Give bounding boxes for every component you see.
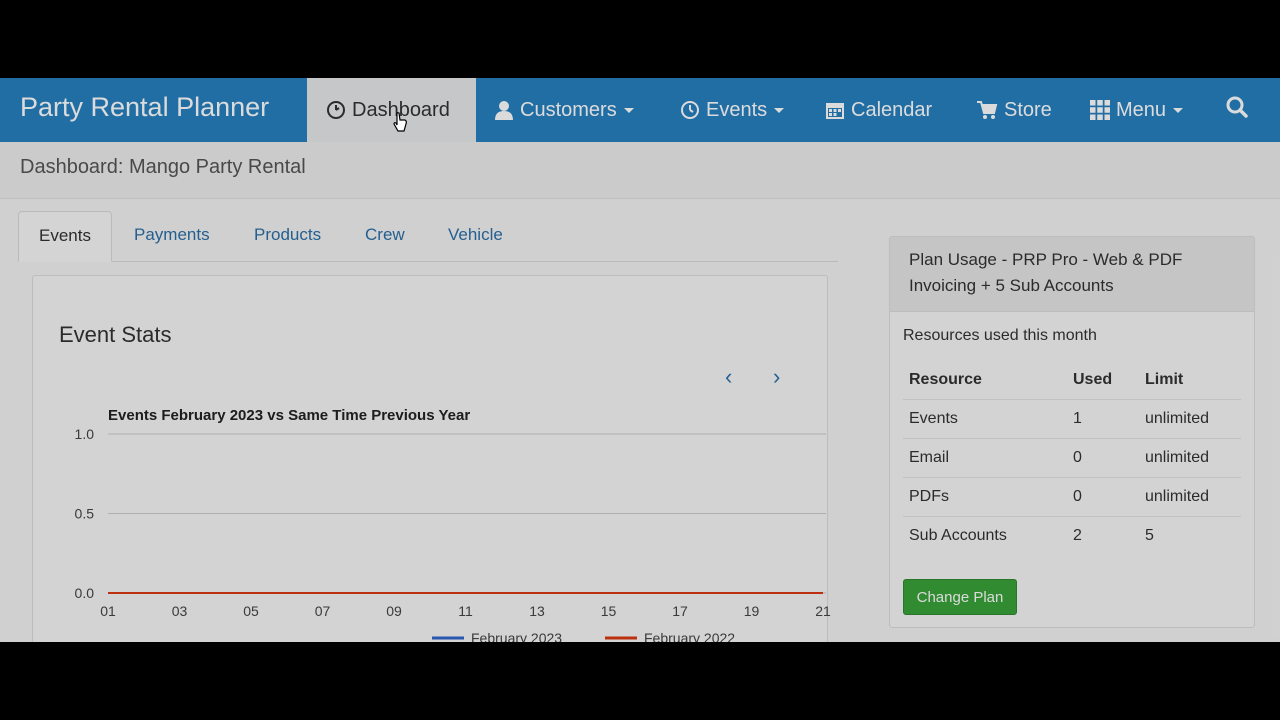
- grid-icon: [1090, 100, 1110, 120]
- table-cell: PDFs: [903, 477, 1067, 517]
- user-icon: [494, 100, 514, 120]
- table-cell: unlimited: [1139, 399, 1241, 439]
- nav-events[interactable]: Events: [680, 78, 785, 142]
- tab-crew[interactable]: Crew: [345, 211, 425, 259]
- table-cell: 2: [1067, 516, 1139, 555]
- nav-store[interactable]: Store: [976, 78, 1052, 142]
- dashboard-icon: [326, 100, 346, 120]
- event-stats-heading: Event Stats: [59, 322, 172, 347]
- nav-calendar[interactable]: Calendar: [825, 78, 932, 142]
- nav-events-label: Events: [706, 98, 768, 121]
- table-cell: 5: [1139, 516, 1241, 555]
- tab-events[interactable]: Events: [18, 211, 112, 262]
- table-row: Email 0 unlimited: [903, 438, 1241, 478]
- plan-usage-subtitle: Resources used this month: [903, 327, 1097, 344]
- column-header: Limit: [1145, 371, 1184, 388]
- search-icon: [1226, 96, 1248, 124]
- navbar: Party Rental Planner Dashboard Customers…: [0, 78, 1280, 142]
- search-button[interactable]: [1226, 78, 1248, 142]
- resource-usage-table: Resource Used Limit Events 1 unlimited E…: [903, 361, 1241, 555]
- table-cell: Sub Accounts: [903, 516, 1067, 555]
- table-cell: unlimited: [1139, 438, 1241, 478]
- table-cell: 0: [1067, 438, 1139, 478]
- change-plan-button[interactable]: Change Plan: [903, 579, 1017, 615]
- table-cell: unlimited: [1139, 477, 1241, 517]
- page-header: Dashboard: Mango Party Rental: [0, 142, 1280, 199]
- tab-payments[interactable]: Payments: [114, 211, 230, 259]
- plan-usage-title: Plan Usage - PRP Pro - Web & PDF Invoici…: [909, 250, 1183, 295]
- cart-icon: [976, 100, 998, 120]
- chart-title: Events February 2023 vs Same Time Previo…: [108, 407, 471, 424]
- nav-menu-label: Menu: [1116, 98, 1167, 121]
- table-row: Events 1 unlimited: [903, 399, 1241, 439]
- nav-dashboard-label: Dashboard: [352, 98, 450, 121]
- nav-dashboard[interactable]: Dashboard: [307, 78, 476, 142]
- column-header: Used: [1073, 371, 1113, 388]
- nav-customers-label: Customers: [520, 98, 617, 121]
- table-cell: 0: [1067, 477, 1139, 517]
- dashboard-tabs: Events Payments Products Crew Vehicle: [18, 211, 838, 262]
- clock-icon: [680, 100, 700, 120]
- table-header-row: Resource Used Limit: [903, 361, 1241, 400]
- table-cell: Email: [903, 438, 1067, 478]
- nav-store-label: Store: [1004, 98, 1052, 121]
- table-cell: Events: [903, 399, 1067, 439]
- plan-usage-header: Plan Usage - PRP Pro - Web & PDF Invoici…: [890, 237, 1254, 312]
- table-row: Sub Accounts 2 5: [903, 516, 1241, 555]
- nav-calendar-label: Calendar: [851, 98, 933, 121]
- plan-usage-panel: Plan Usage - PRP Pro - Web & PDF Invoici…: [889, 236, 1255, 628]
- nav-customers[interactable]: Customers: [494, 78, 634, 142]
- chevron-right-icon[interactable]: ›: [773, 364, 780, 390]
- app-window: Party Rental Planner Dashboard Customers…: [0, 78, 1280, 642]
- event-stats-card: Event Stats ‹ ›: [32, 275, 828, 642]
- calendar-icon: [825, 100, 845, 120]
- chevron-down-icon: [1173, 107, 1184, 113]
- chevron-left-icon[interactable]: ‹: [725, 364, 732, 390]
- tab-products[interactable]: Products: [234, 211, 341, 259]
- page-title: Dashboard: Mango Party Rental: [20, 156, 306, 178]
- table-row: PDFs 0 unlimited: [903, 477, 1241, 517]
- table-cell: 1: [1067, 399, 1139, 439]
- chevron-down-icon: [623, 107, 634, 113]
- column-header: Resource: [909, 371, 982, 388]
- tab-vehicle[interactable]: Vehicle: [428, 211, 523, 259]
- chevron-down-icon: [774, 107, 785, 113]
- nav-menu[interactable]: Menu: [1090, 78, 1184, 142]
- brand-logo-text[interactable]: Party Rental Planner: [20, 92, 269, 123]
